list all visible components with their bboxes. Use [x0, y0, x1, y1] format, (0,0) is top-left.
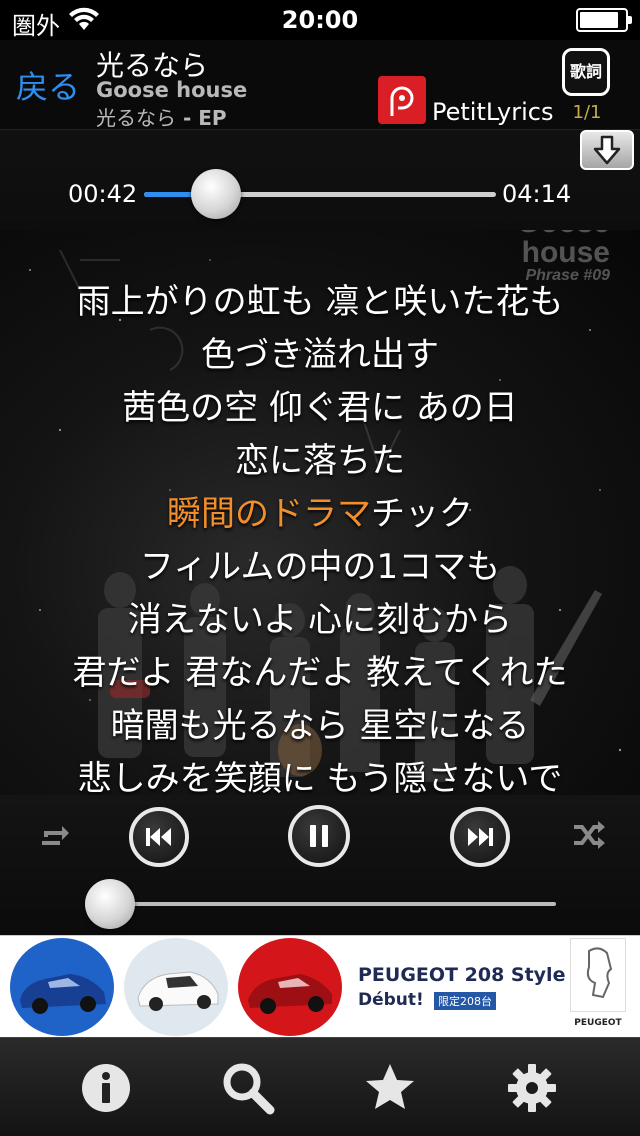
volume-knob[interactable]	[85, 879, 135, 929]
status-bar: 圏外 20:00	[0, 0, 640, 40]
lyric-line: 色づき溢れ出す	[201, 335, 439, 375]
ad-brand-text: PEUGEOT	[574, 1018, 622, 1028]
progress-knob[interactable]	[190, 169, 241, 219]
lyrics-view[interactable]: Goose house Phrase #09 雨上がりの虹も 凛と咲いた花も 色…	[0, 230, 640, 795]
provider-name[interactable]: PetitLyrics	[432, 98, 553, 126]
skip-previous-icon	[146, 828, 171, 846]
download-arrow-icon	[593, 135, 621, 165]
artist-name: Goose house	[96, 78, 248, 102]
current-lyric-line: 瞬間のドラマチック	[0, 486, 640, 535]
album-name: 光るなら - EP	[96, 106, 227, 130]
lyric-remaining-part: チック	[371, 494, 473, 534]
playback-progress: 00:42 04:14	[0, 130, 640, 230]
lyric-line: 雨上がりの虹も 凛と咲いた花も	[76, 282, 564, 322]
ad-car-image-white[interactable]	[124, 938, 228, 1036]
repeat-icon[interactable]	[38, 821, 72, 851]
petitlyrics-logo-icon[interactable]	[378, 76, 426, 124]
star-icon[interactable]	[358, 1056, 422, 1120]
pause-button[interactable]	[288, 805, 350, 867]
back-button[interactable]: 戻る	[16, 62, 80, 108]
page-indicator: 1/1	[572, 102, 602, 123]
lyric-line: 悲しみを笑顔に もう隠さないで	[77, 759, 563, 795]
lyric-line: 恋に落ちた	[235, 441, 405, 481]
clock: 20:00	[281, 6, 359, 34]
lyric-line: フィルムの中の1コマも	[139, 547, 501, 587]
shuffle-icon[interactable]	[572, 819, 606, 851]
ad-limited-tag: 限定208台	[434, 992, 496, 1010]
pause-icon	[310, 825, 328, 847]
player-controls	[0, 795, 640, 935]
total-time: 04:14	[502, 180, 572, 208]
ad-car-image-red[interactable]	[238, 938, 342, 1036]
ad-banner[interactable]: PEUGEOT 208 Style Début! 限定208台 PEUGEOT	[0, 935, 640, 1037]
elapsed-time: 00:42	[68, 180, 138, 208]
ad-car-image-blue[interactable]	[10, 938, 114, 1036]
download-button[interactable]	[580, 130, 634, 170]
ad-title[interactable]: PEUGEOT 208 Style	[358, 964, 565, 986]
tab-bar	[0, 1037, 640, 1136]
lyric-line: 暗闇も光るなら 星空になる	[110, 706, 530, 746]
next-button[interactable]	[450, 807, 510, 867]
previous-button[interactable]	[129, 807, 189, 867]
lyric-line: 君だよ 君なんだよ 教えてくれた	[72, 653, 568, 693]
skip-next-icon	[468, 828, 493, 846]
volume-track[interactable]	[110, 902, 556, 906]
ad-subtitle[interactable]: Début!	[358, 990, 424, 1010]
lyrics-button[interactable]: 歌詞	[562, 48, 610, 96]
lyric-line: 消えないよ 心に刻むから	[127, 600, 513, 640]
battery-icon	[576, 8, 632, 32]
peugeot-lion-logo-icon[interactable]	[570, 938, 626, 1012]
gear-icon[interactable]	[500, 1056, 564, 1120]
search-icon[interactable]	[216, 1056, 280, 1120]
info-icon[interactable]	[74, 1056, 138, 1120]
lyric-line: 茜色の空 仰ぐ君に あの日	[122, 388, 518, 428]
lyric-highlighted-part: 瞬間のドラマ	[167, 494, 371, 534]
now-playing-header: 戻る 光るなら Goose house 光るなら - EP PetitLyric…	[0, 40, 640, 130]
